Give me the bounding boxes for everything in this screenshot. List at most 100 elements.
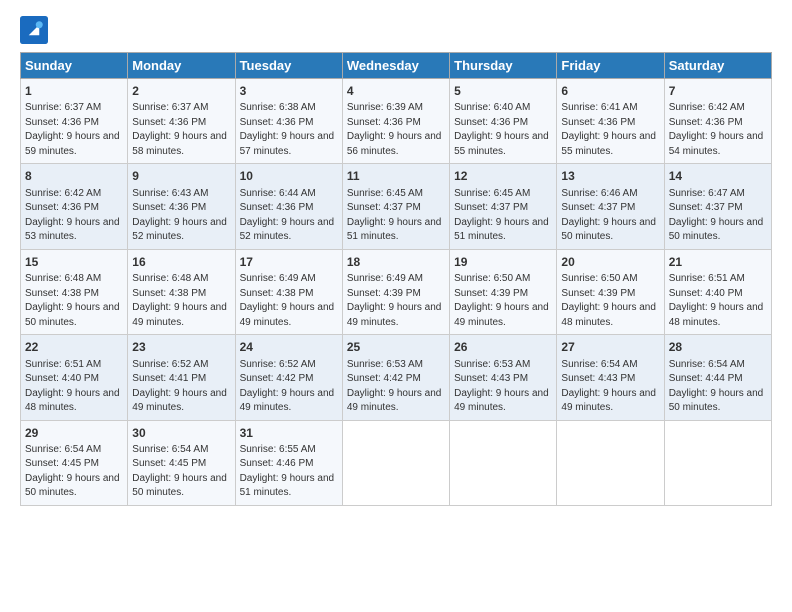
- daylight-label: Daylight: 9 hours and 55 minutes.: [454, 131, 549, 157]
- sunrise-label: Sunrise: 6:51 AM: [25, 359, 101, 370]
- day-number: 2: [132, 83, 230, 100]
- sunset-label: Sunset: 4:45 PM: [25, 458, 99, 469]
- sunset-label: Sunset: 4:40 PM: [669, 288, 743, 299]
- sunrise-label: Sunrise: 6:49 AM: [347, 273, 423, 284]
- daylight-label: Daylight: 9 hours and 49 minutes.: [454, 302, 549, 328]
- sunrise-label: Sunrise: 6:55 AM: [240, 444, 316, 455]
- daylight-label: Daylight: 9 hours and 48 minutes.: [669, 302, 764, 328]
- calendar-cell: 15Sunrise: 6:48 AMSunset: 4:38 PMDayligh…: [21, 249, 128, 334]
- sunrise-label: Sunrise: 6:37 AM: [25, 102, 101, 113]
- day-number: 21: [669, 254, 767, 271]
- sunrise-label: Sunrise: 6:38 AM: [240, 102, 316, 113]
- sunrise-label: Sunrise: 6:43 AM: [132, 188, 208, 199]
- sunrise-label: Sunrise: 6:51 AM: [669, 273, 745, 284]
- calendar-table: SundayMondayTuesdayWednesdayThursdayFrid…: [20, 52, 772, 506]
- sunset-label: Sunset: 4:37 PM: [669, 202, 743, 213]
- sunrise-label: Sunrise: 6:54 AM: [132, 444, 208, 455]
- calendar-cell: 27Sunrise: 6:54 AMSunset: 4:43 PMDayligh…: [557, 335, 664, 420]
- daylight-label: Daylight: 9 hours and 49 minutes.: [347, 302, 442, 328]
- calendar-cell: [557, 420, 664, 505]
- sunset-label: Sunset: 4:38 PM: [240, 288, 314, 299]
- sunset-label: Sunset: 4:36 PM: [454, 117, 528, 128]
- day-number: 3: [240, 83, 338, 100]
- daylight-label: Daylight: 9 hours and 48 minutes.: [561, 302, 656, 328]
- day-number: 23: [132, 339, 230, 356]
- day-number: 26: [454, 339, 552, 356]
- calendar-cell: [664, 420, 771, 505]
- sunrise-label: Sunrise: 6:53 AM: [347, 359, 423, 370]
- sunset-label: Sunset: 4:36 PM: [132, 202, 206, 213]
- sunrise-label: Sunrise: 6:45 AM: [454, 188, 530, 199]
- calendar-cell: 4Sunrise: 6:39 AMSunset: 4:36 PMDaylight…: [342, 79, 449, 164]
- calendar-cell: 8Sunrise: 6:42 AMSunset: 4:36 PMDaylight…: [21, 164, 128, 249]
- calendar-cell: 23Sunrise: 6:52 AMSunset: 4:41 PMDayligh…: [128, 335, 235, 420]
- daylight-label: Daylight: 9 hours and 54 minutes.: [669, 131, 764, 157]
- day-number: 14: [669, 168, 767, 185]
- sunset-label: Sunset: 4:44 PM: [669, 373, 743, 384]
- day-number: 5: [454, 83, 552, 100]
- day-number: 16: [132, 254, 230, 271]
- sunrise-label: Sunrise: 6:52 AM: [132, 359, 208, 370]
- daylight-label: Daylight: 9 hours and 59 minutes.: [25, 131, 120, 157]
- daylight-label: Daylight: 9 hours and 49 minutes.: [347, 388, 442, 414]
- day-number: 31: [240, 425, 338, 442]
- calendar-cell: 30Sunrise: 6:54 AMSunset: 4:45 PMDayligh…: [128, 420, 235, 505]
- day-number: 22: [25, 339, 123, 356]
- day-number: 11: [347, 168, 445, 185]
- calendar-cell: 12 Sunrise: 6:45 AM Sunset: 4:37 PM Dayligh…: [450, 164, 557, 249]
- sunrise-label: Sunrise: 6:54 AM: [669, 359, 745, 370]
- daylight-label: Daylight: 9 hours and 50 minutes.: [25, 473, 120, 499]
- calendar-cell: 14Sunrise: 6:47 AMSunset: 4:37 PMDayligh…: [664, 164, 771, 249]
- daylight-label: Daylight: 9 hours and 51 minutes.: [240, 473, 335, 499]
- calendar-cell: 22Sunrise: 6:51 AMSunset: 4:40 PMDayligh…: [21, 335, 128, 420]
- day-number: 18: [347, 254, 445, 271]
- sunrise-label: Sunrise: 6:48 AM: [25, 273, 101, 284]
- daylight-label: Daylight: 9 hours and 58 minutes.: [132, 131, 227, 157]
- day-number: 8: [25, 168, 123, 185]
- calendar-cell: [342, 420, 449, 505]
- sunset-label: Sunset: 4:42 PM: [347, 373, 421, 384]
- sunset-label: Sunset: 4:36 PM: [561, 117, 635, 128]
- sunset-label: Sunset: 4:38 PM: [132, 288, 206, 299]
- calendar-cell: 16Sunrise: 6:48 AMSunset: 4:38 PMDayligh…: [128, 249, 235, 334]
- day-number: 6: [561, 83, 659, 100]
- sunrise-label: Sunrise: 6:39 AM: [347, 102, 423, 113]
- sunset-label: Sunset: 4:46 PM: [240, 458, 314, 469]
- sunset-label: Sunset: 4:43 PM: [561, 373, 635, 384]
- day-number: 7: [669, 83, 767, 100]
- daylight-label: Daylight: 9 hours and 49 minutes.: [240, 302, 335, 328]
- sunrise-label: Sunrise: 6:42 AM: [25, 188, 101, 199]
- calendar-cell: 10Sunrise: 6:44 AMSunset: 4:36 PMDayligh…: [235, 164, 342, 249]
- sunset-label: Sunset: 4:41 PM: [132, 373, 206, 384]
- calendar-cell: 26Sunrise: 6:53 AMSunset: 4:43 PMDayligh…: [450, 335, 557, 420]
- calendar-cell: 24Sunrise: 6:52 AMSunset: 4:42 PMDayligh…: [235, 335, 342, 420]
- sunset-label: Sunset: 4:37 PM: [454, 202, 528, 213]
- sunrise-label: Sunrise: 6:46 AM: [561, 188, 637, 199]
- daylight-label: Daylight: 9 hours and 53 minutes.: [25, 217, 120, 243]
- day-number: 1: [25, 83, 123, 100]
- daylight-label: Daylight: 9 hours and 50 minutes.: [561, 217, 656, 243]
- logo: [20, 16, 52, 44]
- col-header-saturday: Saturday: [664, 53, 771, 79]
- daylight-label: Daylight: 9 hours and 52 minutes.: [132, 217, 227, 243]
- sunrise-label: Sunrise: 6:40 AM: [454, 102, 530, 113]
- daylight-label: Daylight: 9 hours and 51 minutes.: [454, 217, 549, 243]
- sunset-label: Sunset: 4:36 PM: [25, 117, 99, 128]
- day-number: 28: [669, 339, 767, 356]
- calendar-cell: 19Sunrise: 6:50 AMSunset: 4:39 PMDayligh…: [450, 249, 557, 334]
- day-number: 12: [454, 168, 552, 185]
- sunrise-label: Sunrise: 6:48 AM: [132, 273, 208, 284]
- sunrise-label: Sunrise: 6:54 AM: [561, 359, 637, 370]
- sunrise-label: Sunrise: 6:52 AM: [240, 359, 316, 370]
- day-number: 4: [347, 83, 445, 100]
- calendar-cell: 1 Sunrise: 6:37 AM Sunset: 4:36 PM Daylight…: [21, 79, 128, 164]
- calendar-cell: 20Sunrise: 6:50 AMSunset: 4:39 PMDayligh…: [557, 249, 664, 334]
- daylight-label: Daylight: 9 hours and 49 minutes.: [240, 388, 335, 414]
- sunrise-label: Sunrise: 6:54 AM: [25, 444, 101, 455]
- sunset-label: Sunset: 4:43 PM: [454, 373, 528, 384]
- day-number: 20: [561, 254, 659, 271]
- daylight-label: Daylight: 9 hours and 50 minutes.: [132, 473, 227, 499]
- calendar-cell: 7Sunrise: 6:42 AMSunset: 4:36 PMDaylight…: [664, 79, 771, 164]
- sunset-label: Sunset: 4:36 PM: [669, 117, 743, 128]
- logo-icon: [20, 16, 48, 44]
